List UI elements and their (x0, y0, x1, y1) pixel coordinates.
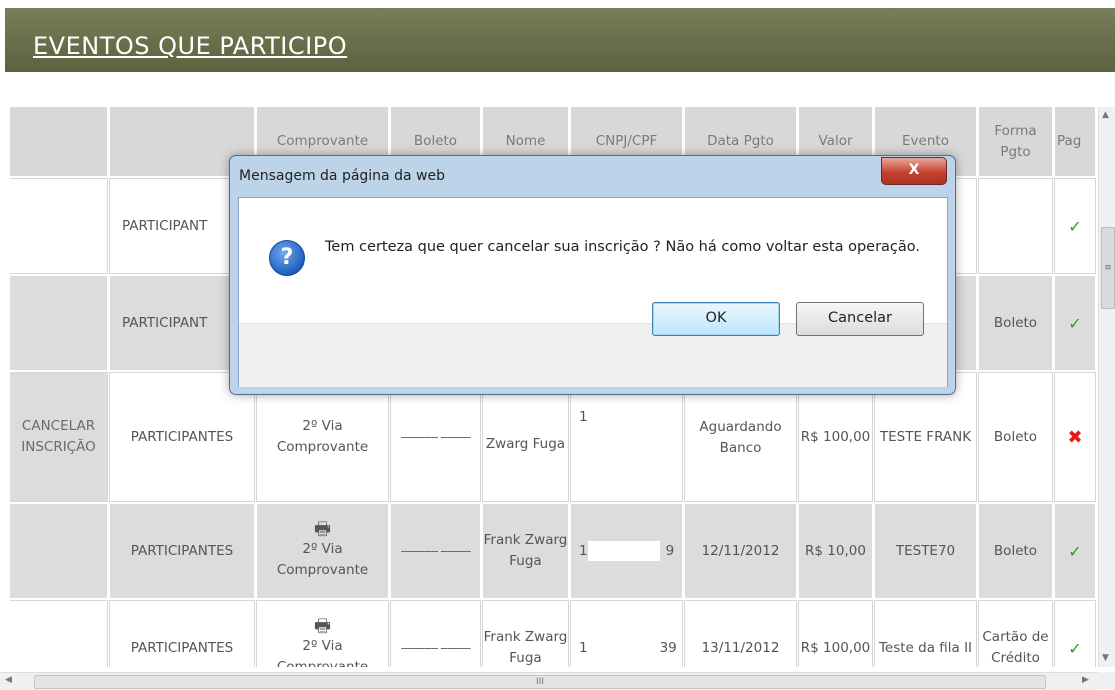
boleto-cell: ----------- --------- (390, 600, 481, 667)
column-header-pag: Pag (1055, 107, 1095, 176)
redaction-box (587, 540, 660, 561)
scrollbar-corner (1098, 672, 1115, 689)
table-row: PARTICIPANTES 🖶 2º Via Comprovante -----… (10, 504, 1095, 598)
payment-method: Cartão de Crédito (978, 600, 1053, 667)
cpf-cell: 1 39 (570, 600, 683, 667)
action-cell (10, 178, 108, 274)
payment-method: Boleto (979, 276, 1052, 370)
second-copy-receipt-link[interactable]: 🖶 2º Via Comprovante (257, 504, 388, 598)
column-header-forma-pgto: Forma Pgto (979, 107, 1052, 176)
boleto-cell: ----------- --------- (391, 504, 480, 598)
name-cell: Frank Zwarg Fuga (482, 600, 569, 667)
dialog-caption: Mensagem da página da web (239, 168, 445, 184)
scroll-up-arrow-icon[interactable]: ▲ (1102, 110, 1109, 120)
page-title[interactable]: EVENTOS QUE PARTICIPO (33, 32, 347, 60)
paid-check-icon: ✓ (1054, 178, 1096, 274)
payment-date: 12/11/2012 (685, 504, 796, 598)
scroll-down-arrow-icon[interactable]: ▼ (1102, 653, 1109, 663)
table-row: PARTICIPANTES 🖶 2º Via Comprovante -----… (10, 600, 1096, 667)
close-icon[interactable]: X (881, 157, 947, 185)
horizontal-scroll-thumb[interactable]: III (34, 675, 1046, 689)
action-cell (10, 600, 108, 667)
name-cell: Frank Zwarg Fuga (483, 504, 568, 598)
action-cell (10, 276, 107, 370)
amount-cell: R$ 100,00 (798, 600, 873, 667)
cpf-cell: 19 (571, 504, 682, 598)
event-cell: TESTE70 (875, 504, 976, 598)
scroll-right-arrow-icon[interactable]: ▶ (1082, 675, 1089, 685)
second-copy-receipt-link[interactable]: 🖶 2º Via Comprovante (256, 600, 389, 667)
paid-check-icon: ✓ (1055, 276, 1095, 370)
printer-icon: 🖶 (314, 616, 331, 637)
cancel-registration-link[interactable]: CANCELAR INSCRIÇÃO (10, 372, 108, 502)
type-cell: PARTICIPANTES (109, 600, 255, 667)
horizontal-scrollbar[interactable]: ◀ III ▶ (0, 672, 1098, 690)
receipt-label: 2º Via Comprovante (276, 638, 369, 667)
cancel-button[interactable]: Cancelar (796, 302, 924, 336)
question-icon: ? (269, 240, 305, 276)
vertical-scrollbar[interactable]: ▲ ≡ ▼ (1098, 107, 1115, 667)
printer-icon: 🖶 (314, 519, 331, 540)
event-cell: Teste da fila II (874, 600, 977, 667)
ok-button[interactable]: OK (652, 302, 780, 336)
dialog-body: ? Tem certeza que quer cancelar sua insc… (238, 197, 948, 387)
paid-check-icon: ✓ (1054, 600, 1096, 667)
payment-method: Boleto (979, 504, 1052, 598)
page-header: EVENTOS QUE PARTICIPO (5, 8, 1115, 72)
unpaid-x-icon: ✖ (1054, 372, 1096, 502)
column-header (10, 107, 107, 176)
receipt-label: 2º Via Comprovante (276, 541, 369, 578)
action-cell (10, 504, 107, 598)
amount-cell: R$ 10,00 (799, 504, 872, 598)
vertical-scroll-thumb[interactable]: ≡ (1101, 227, 1115, 309)
receipt-label: 2º Via Comprovante (276, 418, 369, 455)
confirm-dialog: Mensagem da página da web X ? Tem certez… (229, 155, 956, 395)
payment-method: Boleto (978, 372, 1053, 502)
grip-icon: III (536, 677, 544, 687)
type-cell: PARTICIPANTES (110, 504, 254, 598)
grip-icon: ≡ (1104, 263, 1112, 273)
dialog-message: Tem certeza que quer cancelar sua inscri… (325, 239, 921, 255)
payment-date: 13/11/2012 (684, 600, 797, 667)
redaction-box (587, 407, 660, 427)
paid-check-icon: ✓ (1055, 504, 1095, 598)
scroll-left-arrow-icon[interactable]: ◀ (5, 675, 12, 685)
